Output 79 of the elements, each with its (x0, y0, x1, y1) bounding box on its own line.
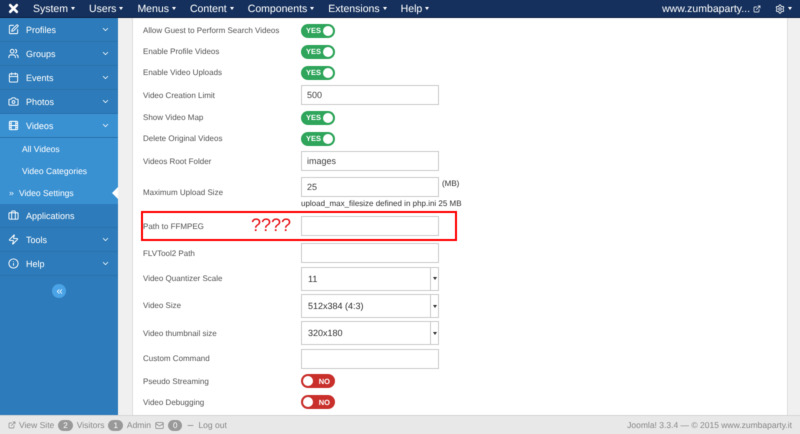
logout-link[interactable]: Log out (186, 420, 227, 430)
text-field[interactable]: 25 (301, 176, 439, 196)
briefcase-icon (8, 210, 19, 221)
chevron-down-icon (101, 235, 110, 244)
count-badge: 2 (58, 420, 73, 430)
menu-item[interactable]: Extensions (328, 2, 387, 14)
users-icon (8, 48, 19, 59)
setting-label: Maximum Upload Size (143, 188, 224, 196)
lightning-icon (8, 234, 19, 245)
chevron-down-icon (101, 97, 110, 106)
pencil-square-icon (8, 24, 19, 35)
help-text: upload_max_filesize defined in php.ini 25 MB (301, 198, 462, 208)
collapse-button[interactable] (52, 284, 66, 298)
menu-item[interactable]: System (33, 2, 76, 14)
sidebar-item[interactable]: Applications (0, 204, 118, 228)
info-icon (8, 258, 19, 269)
setting-label: Video Debugging (143, 398, 204, 407)
chevron-down-icon (101, 49, 110, 58)
film-icon (8, 120, 19, 131)
select-field[interactable]: 512x384 (4:3) (301, 294, 439, 318)
setting-label: Enable Video Uploads (143, 68, 222, 77)
count-badge: 0 (168, 420, 182, 430)
external-link-icon (753, 4, 761, 12)
sidebar-item[interactable]: Videos (0, 114, 118, 138)
menu-item[interactable]: Users (89, 2, 124, 14)
menu-item[interactable]: Components (248, 2, 314, 14)
setting-label: Videos Root Folder (143, 156, 212, 166)
double-chevron-right-icon (8, 190, 15, 196)
settings-icon (775, 4, 785, 14)
sidebar-subitem[interactable]: Video Categories (0, 160, 118, 182)
chevron-down-icon (101, 73, 110, 82)
setting-label: Show Video Map (143, 113, 204, 122)
visitors-label: Visitors (76, 420, 104, 430)
calendar-icon (8, 72, 19, 83)
mail-icon (155, 420, 164, 430)
sidebar-subitem[interactable]: Video Settings (0, 182, 118, 204)
sidebar-item[interactable]: Groups (0, 42, 118, 66)
camera-icon (8, 96, 19, 107)
site-link[interactable]: www.zumbaparty... (662, 2, 761, 14)
text-field[interactable] (301, 216, 439, 236)
setting-label: Video thumbnail size (143, 328, 217, 338)
menu-item[interactable]: Help (400, 2, 430, 14)
setting-label: Video Size (143, 301, 182, 310)
menu-item[interactable]: Content (190, 2, 234, 14)
count-badge: 1 (108, 420, 123, 430)
sidebar-item[interactable]: Events (0, 66, 118, 90)
annotation-text: ???? (251, 215, 292, 235)
setting-label: Path to FFMPEG (143, 222, 204, 230)
version-text: Joomla! 3.3.4 — © 2015 www.zumbaparty.it (627, 420, 792, 430)
select-field[interactable]: 11 (301, 266, 439, 291)
admin-label: Admin (126, 420, 151, 430)
double-chevron-left-icon (54, 286, 64, 296)
setting-label: Delete Original Videos (143, 134, 222, 143)
unit-label: (MB) (442, 178, 460, 188)
menu-item[interactable]: Menus (137, 2, 176, 14)
text-field[interactable]: 500 (301, 85, 439, 105)
chevron-down-icon (101, 259, 110, 268)
chevron-down-icon (101, 121, 110, 130)
setting-label: Video Quantizer Scale (143, 274, 222, 284)
view-site-link[interactable]: View Site (8, 420, 54, 430)
setting-label: Custom Command (143, 354, 210, 364)
text-field[interactable] (301, 348, 439, 369)
sidebar-subitem[interactable]: All Videos (0, 138, 118, 160)
text-field[interactable] (301, 243, 439, 263)
select-field[interactable]: 320x180 (301, 321, 439, 346)
active-pointer-icon (112, 187, 118, 199)
setting-label: Video Creation Limit (143, 90, 215, 100)
joomla-logo-icon[interactable] (8, 3, 19, 14)
chevron-down-icon (101, 25, 110, 34)
sidebar-item[interactable]: Profiles (0, 18, 118, 42)
setting-label: Enable Profile Videos (143, 47, 220, 56)
settings-menu[interactable] (775, 4, 792, 14)
setting-label: Pseudo Streaming (143, 376, 209, 386)
setting-label: FLVTool2 Path (143, 248, 195, 258)
external-link-icon (8, 421, 16, 429)
setting-label: Allow Guest to Perform Search Videos (143, 26, 280, 35)
text-field[interactable]: images (301, 151, 439, 171)
sidebar-item[interactable]: Tools (0, 228, 118, 252)
sidebar-item[interactable]: Help (0, 252, 118, 276)
